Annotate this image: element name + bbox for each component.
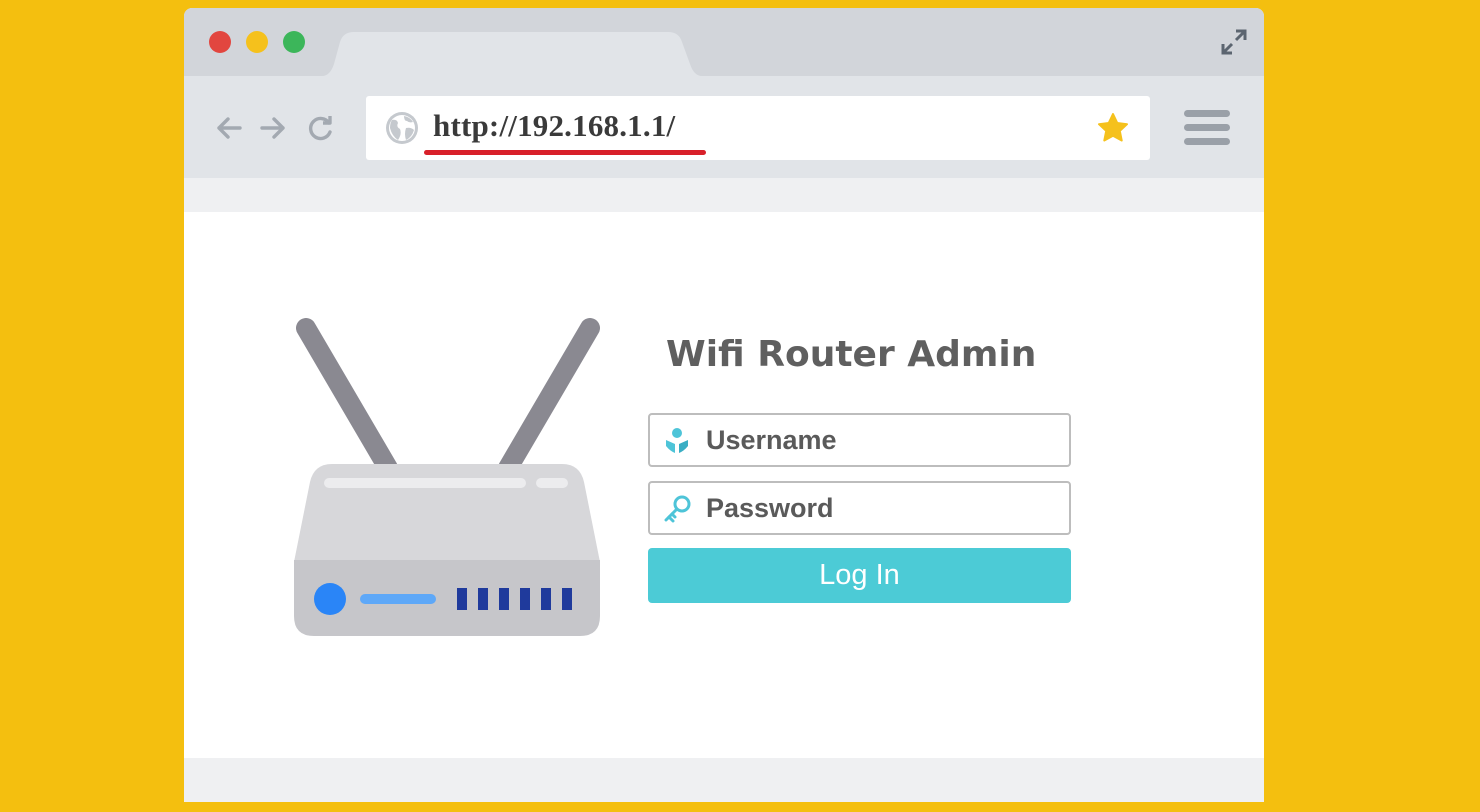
hamburger-menu-icon[interactable] xyxy=(1184,110,1230,146)
globe-icon xyxy=(386,112,418,144)
bookmark-star-icon[interactable] xyxy=(1096,112,1130,144)
username-field[interactable] xyxy=(648,413,1071,467)
forward-arrow-icon[interactable] xyxy=(258,113,288,143)
title-bar xyxy=(184,8,1264,76)
browser-toolbar: http://192.168.1.1/ xyxy=(184,76,1264,178)
expand-arrows-icon[interactable] xyxy=(1220,28,1248,56)
close-window-button[interactable] xyxy=(209,31,231,53)
reload-icon[interactable] xyxy=(306,113,336,143)
back-arrow-icon[interactable] xyxy=(214,113,244,143)
minimize-window-button[interactable] xyxy=(246,31,268,53)
browser-tab[interactable] xyxy=(322,32,702,76)
login-title: Wifi Router Admin xyxy=(666,334,1037,375)
login-button[interactable]: Log In xyxy=(648,548,1071,603)
maximize-window-button[interactable] xyxy=(283,31,305,53)
url-text[interactable]: http://192.168.1.1/ xyxy=(433,108,675,144)
key-icon xyxy=(664,495,691,523)
password-input[interactable] xyxy=(706,489,1056,527)
password-field[interactable] xyxy=(648,481,1071,535)
username-input[interactable] xyxy=(706,421,1056,459)
router-illustration xyxy=(294,318,600,636)
user-icon xyxy=(666,428,688,453)
url-underline xyxy=(424,150,706,155)
address-bar[interactable]: http://192.168.1.1/ xyxy=(366,96,1150,160)
browser-window: http://192.168.1.1/ Wifi Router Admin Us… xyxy=(184,8,1264,802)
page-content: Wifi Router Admin Log In xyxy=(184,212,1264,758)
